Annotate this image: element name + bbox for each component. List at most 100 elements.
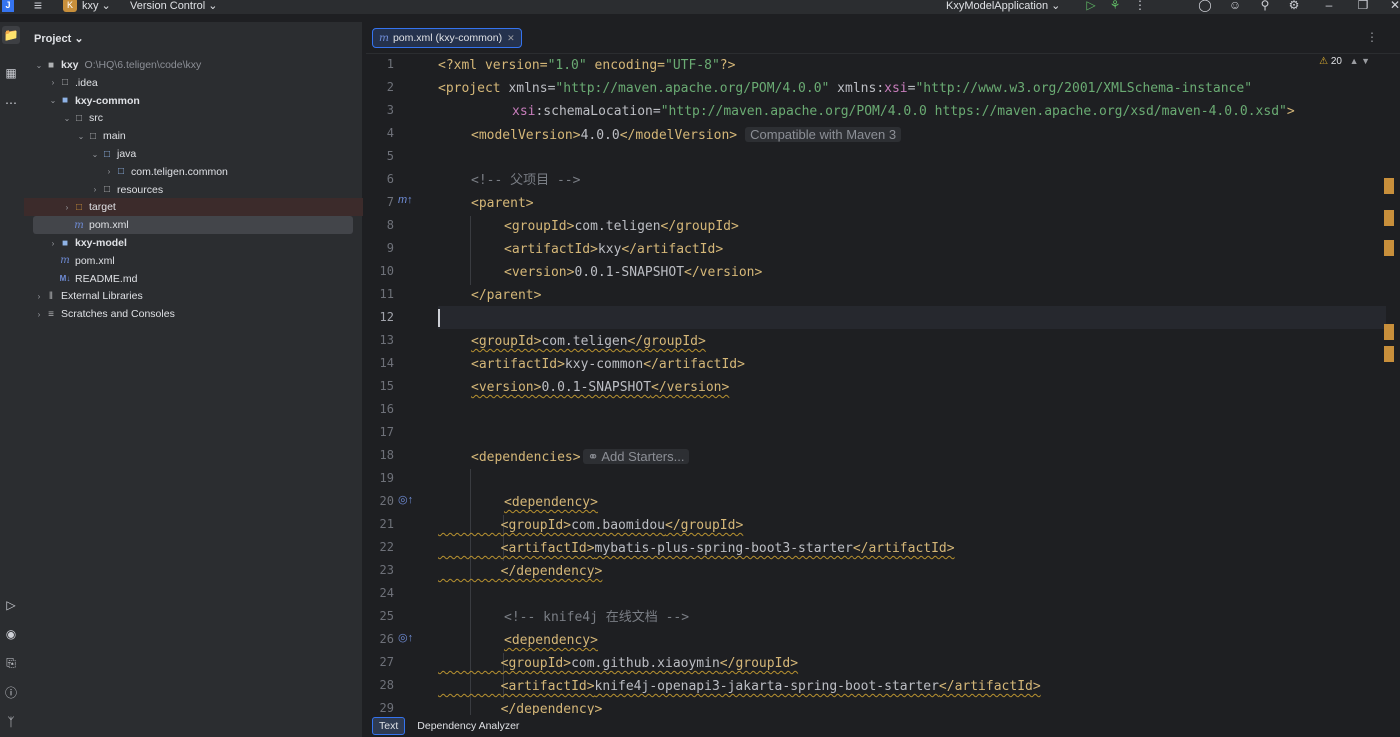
warning-stripe-mark[interactable]	[1384, 178, 1394, 194]
tab-more-icon[interactable]: ⋮	[1366, 30, 1378, 44]
warnings-indicator[interactable]: ⚠ 20	[1319, 56, 1342, 67]
restore-icon[interactable]: ❐	[1356, 0, 1370, 12]
chevron-icon[interactable]: ›	[34, 310, 44, 319]
tree-item-label: src	[89, 112, 103, 125]
line-number: 12	[379, 310, 394, 324]
code-line-21: <groupId>com.baomidou</groupId>	[500, 518, 744, 533]
error-stripe[interactable]	[1384, 54, 1394, 734]
run-tool-icon[interactable]: ▷	[2, 596, 20, 614]
tree-item-label: resources	[117, 183, 164, 196]
tree-item-label: java	[117, 148, 137, 160]
maven-compat-inlay-hint[interactable]: Compatible with Maven 3	[745, 127, 902, 142]
structure-tool-icon[interactable]: ▦	[2, 64, 20, 82]
warning-stripe-mark[interactable]	[1384, 240, 1394, 256]
source-folder-icon: □	[103, 148, 111, 160]
tree-item[interactable]: M↓ README.md	[24, 270, 363, 288]
more-tools-icon[interactable]: ⋯	[2, 94, 20, 112]
more-actions-icon[interactable]: ⋮	[1133, 0, 1147, 12]
run-configuration-selector[interactable]: KxyModelApplication ⌄	[946, 0, 1060, 12]
version-control-menu[interactable]: Version Control ⌄	[130, 0, 217, 12]
tree-item-label: .idea	[75, 76, 98, 89]
tree-item[interactable]: ⌄ □ java	[24, 145, 363, 163]
dependency-gutter-icon[interactable]: ◎↑	[398, 493, 413, 506]
code-line-1: <?xml version="1.0" encoding="UTF-8"?>	[438, 58, 736, 73]
chevron-icon[interactable]: ›	[48, 239, 58, 248]
dependency-analyzer-tab[interactable]: Dependency Analyzer	[411, 718, 525, 734]
project-panel-title[interactable]: Project ⌄	[34, 32, 84, 45]
search-icon[interactable]: ⚲	[1258, 0, 1272, 12]
tree-item[interactable]: ⌄ □ main	[24, 127, 363, 145]
tree-item-label: kxy-model	[75, 237, 127, 249]
line-number: 16	[379, 402, 394, 416]
line-number: 23	[379, 563, 394, 577]
tree-item[interactable]: ⌄ □ src	[24, 109, 363, 127]
package-icon: □	[117, 166, 125, 178]
tree-item[interactable]: ⌄ ■ kxy-common	[24, 92, 363, 110]
git-tool-icon[interactable]: ᛉ	[2, 713, 20, 731]
services-tool-icon[interactable]: ◉	[2, 625, 20, 643]
line-number: 24	[379, 586, 394, 600]
project-tool-icon[interactable]: 📁	[2, 26, 20, 44]
line-number: 18	[379, 448, 394, 462]
warning-stripe-mark[interactable]	[1384, 346, 1394, 362]
project-badge[interactable]: K	[63, 0, 77, 12]
dependency-gutter-icon[interactable]: ◎↑	[398, 631, 413, 644]
project-panel: Project ⌄ ⌄ ■ kxy O:\HQ\6.teligen\code\kxy ›…	[24, 22, 363, 737]
tree-item[interactable]: m pom.xml	[33, 216, 353, 235]
editor-bottom-tabs: Text Dependency Analyzer	[366, 715, 1400, 737]
chevron-icon[interactable]: ⌄	[34, 61, 44, 70]
code-line-23: </dependency>	[500, 564, 603, 579]
tree-item-path: O:\HQ\6.teligen\code\kxy	[84, 59, 202, 71]
warning-stripe-mark[interactable]	[1384, 324, 1394, 340]
problems-tool-icon[interactable]: ⓘ	[2, 684, 20, 702]
tree-item[interactable]: › ■ kxy-model	[24, 234, 363, 252]
debug-icon[interactable]: ⚘	[1108, 0, 1122, 12]
chevron-icon[interactable]: ⌄	[48, 96, 58, 105]
line-number: 13	[379, 333, 394, 347]
maven-icon: m	[60, 255, 70, 267]
minimize-icon[interactable]: –	[1322, 0, 1336, 12]
chevron-icon[interactable]: ›	[62, 203, 72, 212]
line-number: 14	[379, 356, 394, 370]
folder-icon: □	[75, 112, 83, 124]
line-number: 15	[379, 379, 394, 393]
project-selector[interactable]: kxy ⌄	[82, 0, 111, 12]
tree-item[interactable]: › □ resources	[24, 181, 363, 199]
problem-nav-arrows-icon[interactable]: ▲ ▼	[1350, 56, 1370, 66]
maven-parent-gutter-icon[interactable]: m↑	[398, 194, 413, 206]
chevron-icon[interactable]: ›	[90, 185, 100, 194]
chevron-icon[interactable]: ⌄	[90, 150, 100, 159]
chevron-icon[interactable]: ›	[34, 292, 44, 301]
ide-logo-icon: J	[2, 0, 14, 12]
tree-item[interactable]: › □ target	[24, 198, 363, 217]
close-icon[interactable]: ✕	[1388, 0, 1400, 12]
editor-tab-pom-xml[interactable]: m pom.xml (kxy-common) ✕	[372, 28, 522, 48]
line-number: 9	[386, 241, 394, 255]
text-tab[interactable]: Text	[372, 717, 406, 735]
code-line-28: <artifactId>knife4j-openapi3-jakarta-spr…	[500, 679, 1041, 694]
tree-item[interactable]: › □ com.teligen.common	[24, 163, 363, 181]
chevron-icon[interactable]: ›	[104, 167, 114, 176]
terminal-tool-icon[interactable]: ⎘	[2, 654, 20, 672]
line-number: 1	[386, 57, 394, 71]
editor-tab-label: pom.xml (kxy-common)	[392, 32, 503, 44]
add-starters-inlay[interactable]: ⚭ Add Starters...	[582, 449, 690, 464]
warning-stripe-mark[interactable]	[1384, 210, 1394, 226]
chevron-icon[interactable]: ›	[48, 78, 58, 87]
chevron-icon[interactable]: ⌄	[76, 132, 86, 141]
tree-item[interactable]: › ≡ Scratches and Consoles	[24, 305, 363, 323]
chevron-icon[interactable]: ⌄	[62, 114, 72, 123]
code-line-2: <project xmlns="http://maven.apache.org/…	[438, 81, 1253, 96]
line-number: 22	[379, 540, 394, 554]
tree-item[interactable]: ⌄ ■ kxy O:\HQ\6.teligen\code\kxy	[24, 56, 363, 74]
run-icon[interactable]: ▷	[1084, 0, 1098, 12]
line-number: 29	[379, 701, 394, 715]
add-user-icon[interactable]: ☺	[1228, 0, 1242, 12]
ai-assistant-icon[interactable]: ◯	[1198, 0, 1212, 12]
tree-item[interactable]: › ‖ External Libraries	[24, 287, 363, 305]
settings-gear-icon[interactable]: ⚙	[1287, 0, 1301, 12]
tree-item[interactable]: m pom.xml	[24, 252, 363, 270]
main-menu-icon[interactable]: ≡	[30, 0, 46, 13]
tree-item[interactable]: › □ .idea	[24, 74, 363, 92]
tab-close-icon[interactable]: ✕	[507, 33, 515, 44]
